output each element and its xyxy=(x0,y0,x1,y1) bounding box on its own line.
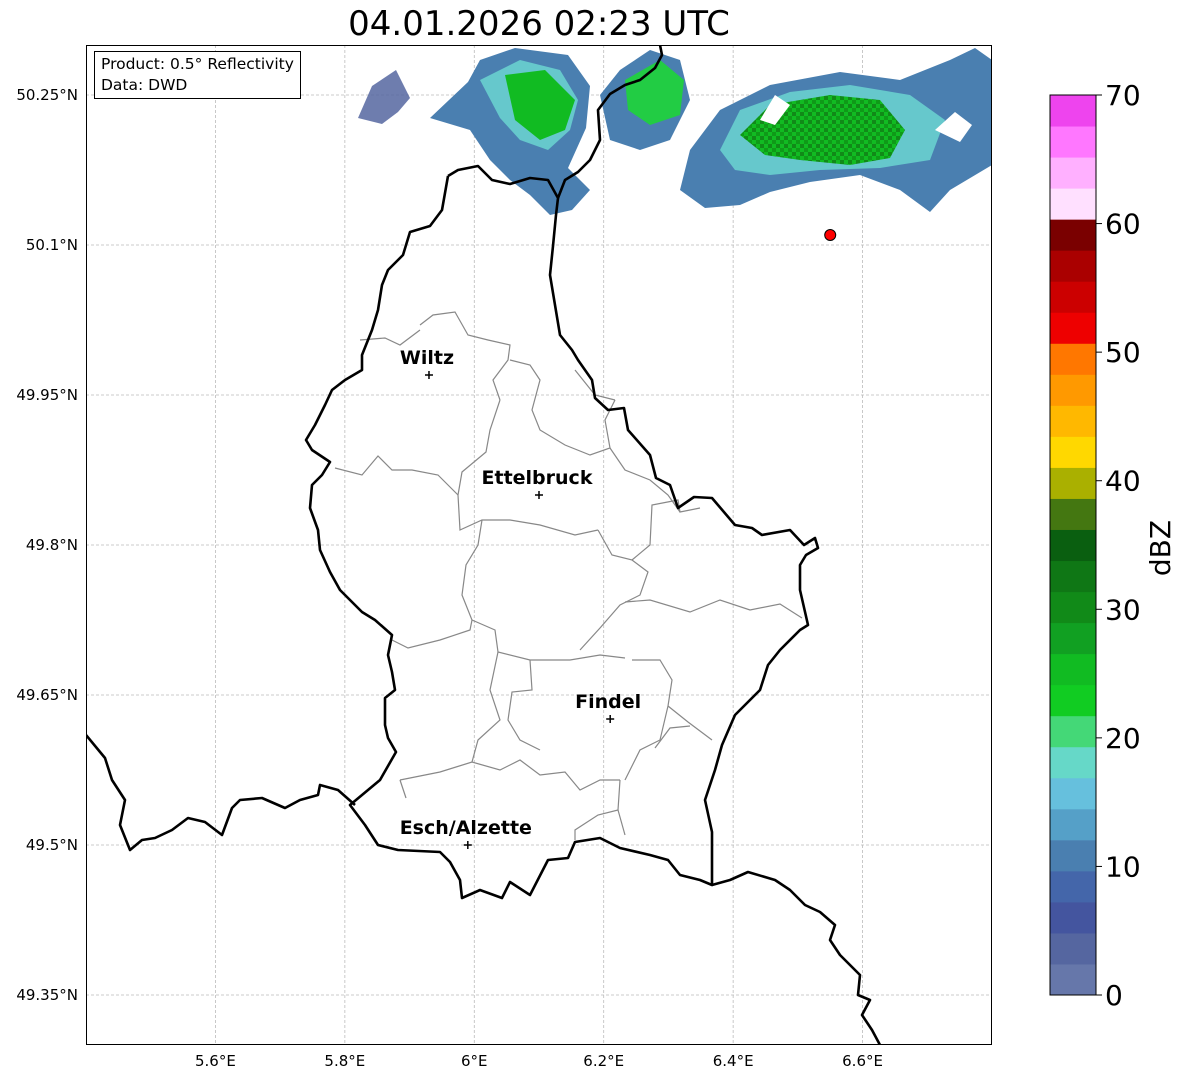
colorbar-tick-label: 40 xyxy=(1105,465,1141,498)
colorbar-segment xyxy=(1050,281,1096,313)
colorbar-segment xyxy=(1050,715,1096,748)
lon-tick-label: 6.4°E xyxy=(713,1052,754,1070)
colorbar-segment xyxy=(1050,374,1096,406)
map-title: 04.01.2026 02:23 UTC xyxy=(348,4,730,44)
colorbar-segment xyxy=(1050,622,1096,655)
lat-tick-label: 49.95°N xyxy=(16,386,78,404)
colorbar-segment xyxy=(1050,95,1096,127)
colorbar-segment xyxy=(1050,808,1096,841)
colorbar-segment xyxy=(1050,405,1096,437)
map-frame xyxy=(86,45,992,1045)
lat-tick-label: 49.8°N xyxy=(26,536,78,554)
colorbar-frame xyxy=(1049,94,1097,996)
colorbar-segment xyxy=(1050,653,1096,686)
colorbar-segment xyxy=(1050,498,1096,530)
colorbar-segment xyxy=(1050,777,1096,810)
lon-tick-label: 5.8°E xyxy=(324,1052,365,1070)
colorbar-segment xyxy=(1050,684,1096,717)
colorbar-tick-label: 10 xyxy=(1105,850,1141,883)
lon-tick-label: 6°E xyxy=(461,1052,488,1070)
colorbar-segment xyxy=(1050,746,1096,779)
data-source-label: Data: DWD xyxy=(101,76,188,94)
colorbar-segment xyxy=(1050,901,1096,934)
product-label: Product: 0.5° Reflectivity xyxy=(101,55,294,73)
colorbar-segment xyxy=(1050,560,1096,593)
colorbar-segment xyxy=(1050,312,1096,344)
lon-tick-label: 5.6°E xyxy=(195,1052,236,1070)
colorbar-segment xyxy=(1050,343,1096,375)
colorbar-segment xyxy=(1050,963,1096,996)
lon-tick-label: 6.6°E xyxy=(842,1052,883,1070)
info-box: Product: 0.5° Reflectivity Data: DWD xyxy=(94,51,301,99)
colorbar-tick-label: 30 xyxy=(1105,593,1141,626)
colorbar-segment xyxy=(1050,188,1096,220)
colorbar-segment xyxy=(1050,250,1096,282)
colorbar-segment xyxy=(1050,436,1096,468)
colorbar-tick-label: 70 xyxy=(1105,79,1141,112)
longitude-tick-labels: 5.6°E 5.8°E 6°E 6.2°E 6.4°E 6.6°E xyxy=(195,1052,883,1070)
lat-tick-label: 50.1°N xyxy=(26,236,78,254)
lat-tick-label: 49.65°N xyxy=(16,686,78,704)
colorbar-segment xyxy=(1050,591,1096,624)
colorbar-segment xyxy=(1050,126,1096,158)
colorbar-segment xyxy=(1050,870,1096,903)
colorbar-tick-label: 20 xyxy=(1105,722,1141,755)
colorbar-label: dBZ xyxy=(1144,520,1177,576)
colorbar-tick-label: 50 xyxy=(1105,336,1141,369)
colorbar-tick-label: 0 xyxy=(1105,979,1123,1012)
colorbar: 0 10 20 30 40 50 60 70 xyxy=(1049,79,1141,1012)
colorbar-tick-label: 60 xyxy=(1105,208,1141,241)
lat-tick-label: 50.25°N xyxy=(16,86,78,104)
colorbar-segment xyxy=(1050,529,1096,562)
colorbar-segment xyxy=(1050,932,1096,965)
colorbar-segment xyxy=(1050,467,1096,499)
colorbar-segment xyxy=(1050,219,1096,251)
colorbar-segment xyxy=(1050,839,1096,872)
latitude-tick-labels: 50.25°N 50.1°N 49.95°N 49.8°N 49.65°N 49.5°N 4… xyxy=(16,86,78,1004)
colorbar-segment xyxy=(1050,157,1096,189)
lon-tick-label: 6.2°E xyxy=(583,1052,624,1070)
lat-tick-label: 49.35°N xyxy=(16,986,78,1004)
lat-tick-label: 49.5°N xyxy=(26,836,78,854)
